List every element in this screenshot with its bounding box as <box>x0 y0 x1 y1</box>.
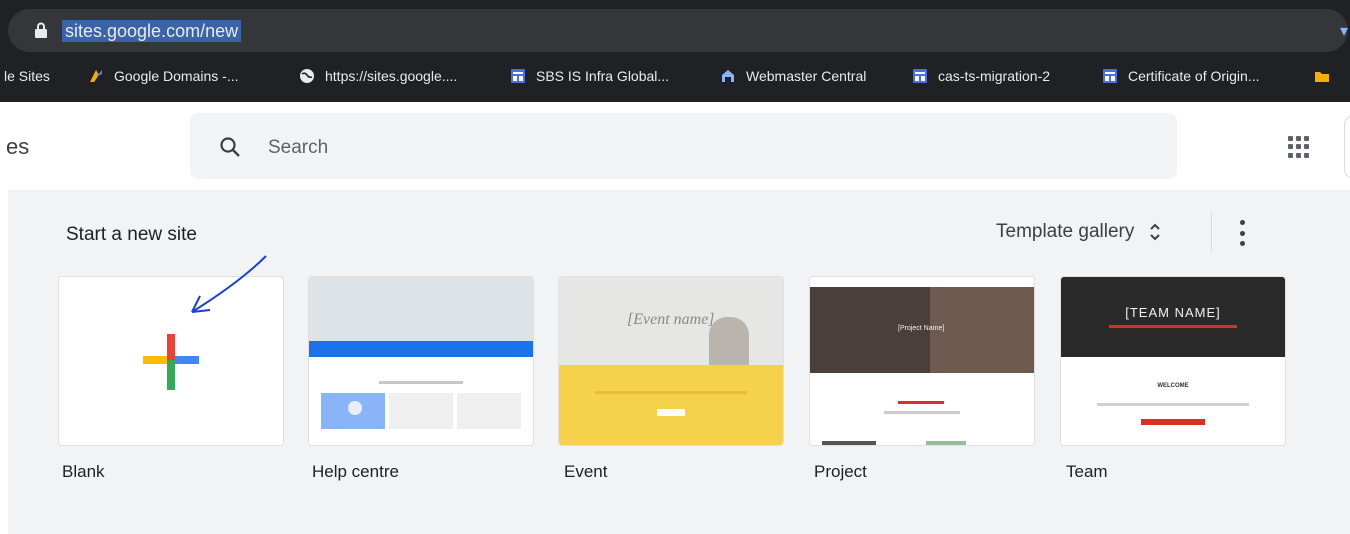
bookmark-webmaster-central[interactable]: Webmaster Central <box>720 68 866 84</box>
search-input[interactable]: Search <box>268 137 328 159</box>
webmaster-icon <box>722 70 734 82</box>
account-button[interactable] <box>1344 116 1350 178</box>
app-title: es <box>6 134 30 159</box>
bookmark-overflow[interactable] <box>1314 68 1340 84</box>
thumbnail-title: [Event name] <box>627 311 715 328</box>
template-card-help-centre[interactable] <box>308 276 534 446</box>
omnibox-extension-icon[interactable]: ▾ <box>1340 21 1348 41</box>
plus-icon <box>143 334 199 390</box>
bookmark-label: Google Domains -... <box>114 68 239 84</box>
bookmark-certificate-of-origin[interactable]: Certificate of Origin... <box>1102 68 1260 84</box>
address-bar[interactable]: sites.google.com/new ▾ <box>8 9 1348 52</box>
bookmarks-bar: le Sites Google Domains -... https://sit… <box>0 62 1350 94</box>
globe-icon <box>300 69 314 83</box>
url-text[interactable]: sites.google.com/new <box>62 20 242 42</box>
sites-header: es Search <box>0 102 1350 190</box>
sites-page-icon <box>1103 69 1117 83</box>
search-icon[interactable] <box>218 135 242 159</box>
template-gallery-toggle[interactable]: Template gallery <box>996 221 1162 243</box>
bookmark-google-domains[interactable]: Google Domains -... <box>88 68 239 84</box>
lock-icon <box>35 22 47 38</box>
folder-icon <box>1315 72 1329 82</box>
google-apps-icon[interactable] <box>1288 136 1310 158</box>
template-card-event[interactable]: [Event name] <box>558 276 784 446</box>
annotation-arrow-icon <box>191 255 267 313</box>
unfold-more-icon <box>1150 223 1161 241</box>
more-options-icon[interactable] <box>1238 220 1246 246</box>
bookmark-label: le Sites <box>4 68 50 84</box>
google-domains-icon <box>90 70 102 82</box>
thumbnail-title: [Project Name] <box>898 325 945 332</box>
search-box[interactable]: Search <box>190 113 1177 179</box>
bookmark-google-sites[interactable]: le Sites <box>4 68 50 84</box>
divider <box>1211 212 1212 252</box>
thumbnail-banner <box>309 341 533 357</box>
thumbnail-subtitle: WELCOME <box>1157 383 1189 389</box>
template-label-help-centre[interactable]: Help centre <box>312 462 399 482</box>
template-gallery-label: Template gallery <box>996 221 1135 242</box>
bookmark-label: cas-ts-migration-2 <box>938 68 1051 84</box>
thumbnail-title: [TEAM NAME] <box>1125 305 1221 320</box>
bookmark-label: Webmaster Central <box>746 68 867 84</box>
bookmark-sbs-is-infra[interactable]: SBS IS Infra Global... <box>510 68 669 84</box>
bookmark-label: https://sites.google.... <box>325 68 458 84</box>
sites-page-icon <box>511 69 525 83</box>
template-label-team[interactable]: Team <box>1066 462 1108 482</box>
template-label-event[interactable]: Event <box>564 462 607 482</box>
bookmark-label: Certificate of Origin... <box>1128 68 1260 84</box>
thumbnail-hero-image <box>309 277 533 341</box>
start-new-site-panel: Start a new site Template gallery Blank … <box>8 190 1350 534</box>
template-label-blank[interactable]: Blank <box>62 462 105 482</box>
sites-page-icon <box>913 69 927 83</box>
browser-toolbar: sites.google.com/new ▾ le Sites Google D… <box>0 0 1350 102</box>
bookmark-cas-ts-migration[interactable]: cas-ts-migration-2 <box>912 68 1050 84</box>
panel-heading: Start a new site <box>66 224 197 245</box>
bookmark-sites-url[interactable]: https://sites.google.... <box>299 68 457 84</box>
bookmark-label: SBS IS Infra Global... <box>536 68 670 84</box>
template-card-team[interactable]: [TEAM NAME] WELCOME <box>1060 276 1286 446</box>
template-label-project[interactable]: Project <box>814 462 867 482</box>
template-card-project[interactable]: [Project Name] <box>809 276 1035 446</box>
